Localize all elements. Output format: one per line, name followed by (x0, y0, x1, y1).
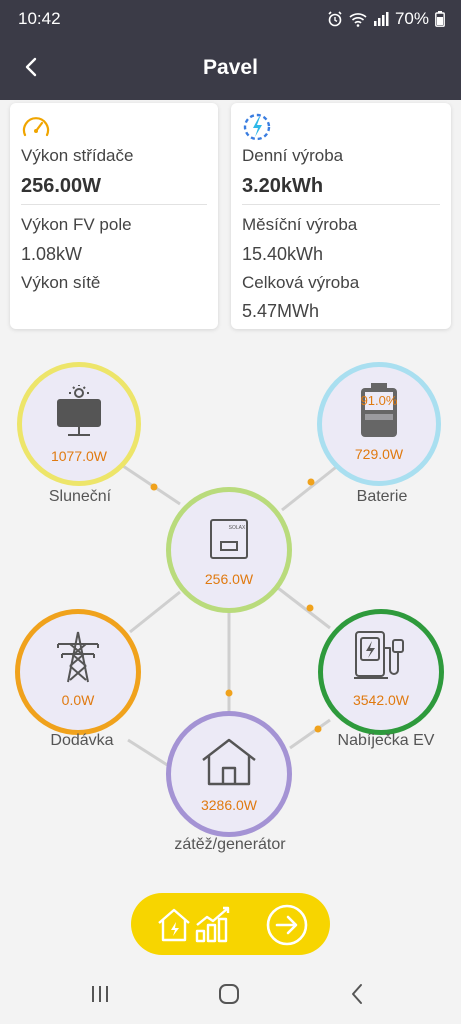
grid-label: Dodávka (50, 732, 114, 749)
house-icon (202, 738, 256, 786)
status-icons: 70% (327, 9, 445, 29)
flow-dot (306, 604, 314, 612)
app-bar: Pavel (0, 38, 461, 100)
ev-charger-power-value: 3542.0W (352, 692, 410, 708)
home-icon[interactable] (217, 982, 241, 1006)
arrow-right-circle-icon (266, 904, 308, 946)
system-nav-bar (0, 964, 461, 1024)
battery-label: Baterie (356, 488, 408, 505)
inverter-icon: SOLAX (210, 519, 248, 559)
flow-dot (225, 689, 233, 697)
status-time: 10:42 (18, 9, 61, 28)
pv-power-label: Výkon FV pole (21, 215, 132, 234)
grid-power-label: Výkon sítě (21, 273, 101, 292)
grid-power-value: 0.0W (61, 692, 95, 708)
battery-node[interactable]: 91.0% 729.0W (317, 362, 441, 486)
energy-flow-diagram: 1077.0W Sluneční 91.0% 729.0W Baterie SO… (0, 340, 461, 880)
monthly-production-label: Měsíční výroba (242, 215, 358, 234)
solar-power-value: 1077.0W (50, 448, 108, 464)
daily-production-value: 3.20kWh (242, 175, 324, 197)
inverter-node[interactable]: SOLAX 256.0W (166, 487, 292, 613)
grid-node[interactable]: 0.0W (15, 609, 141, 735)
back-nav-icon[interactable] (346, 982, 370, 1006)
card-divider (21, 204, 207, 205)
production-card: Denní výroba 3.20kWh Měsíční výroba 15.4… (231, 103, 451, 329)
load-label: zátěž/generátor (174, 836, 286, 853)
load-power-value: 3286.0W (200, 797, 258, 813)
total-production-label: Celková výroba (242, 273, 360, 292)
monthly-production-value: 15.40kWh (242, 244, 324, 264)
daily-production-label: Denní výroba (242, 146, 344, 165)
inverter-power-label: Výkon střídače (21, 146, 134, 165)
battery-icon (361, 383, 397, 437)
card-divider (242, 204, 440, 205)
inverter-power-card: Výkon střídače 256.00W Výkon FV pole 1.0… (10, 103, 218, 329)
ev-charger-icon (354, 631, 404, 679)
power-tower-icon (57, 631, 99, 683)
inverter-power-value: 256.0W (204, 571, 254, 587)
ev-charger-label: Nabíječka EV (337, 732, 435, 749)
alarm-icon (328, 11, 342, 27)
battery-icon (435, 11, 445, 27)
battery-power-value: 729.0W (354, 446, 404, 462)
flow-dot (307, 478, 315, 486)
recent-apps-icon[interactable] (88, 982, 112, 1006)
home-energy-chart-icon (158, 906, 230, 943)
load-node[interactable]: 3286.0W (166, 711, 292, 837)
signal-icon (373, 12, 389, 26)
pv-power-value: 1.08kW (21, 244, 83, 264)
battery-percent: 70% (394, 9, 429, 28)
inverter-power-value: 256.00W (21, 175, 102, 197)
wifi-icon (349, 13, 367, 27)
solar-label: Sluneční (48, 488, 112, 505)
statistics-button[interactable] (131, 893, 330, 955)
page-title: Pavel (203, 56, 258, 79)
ev-charger-node[interactable]: 3542.0W (318, 609, 444, 735)
energy-production-icon (243, 113, 271, 141)
status-bar: 10:42 70% (0, 0, 461, 38)
speedometer-icon (22, 117, 50, 137)
total-production-value: 5.47MWh (242, 301, 320, 321)
inverter-brand: SOLAX (229, 525, 246, 531)
solar-node[interactable]: 1077.0W (17, 362, 141, 486)
battery-soc: 91.0% (360, 393, 398, 408)
solar-panel-icon (57, 385, 101, 436)
flow-dot (150, 483, 158, 491)
